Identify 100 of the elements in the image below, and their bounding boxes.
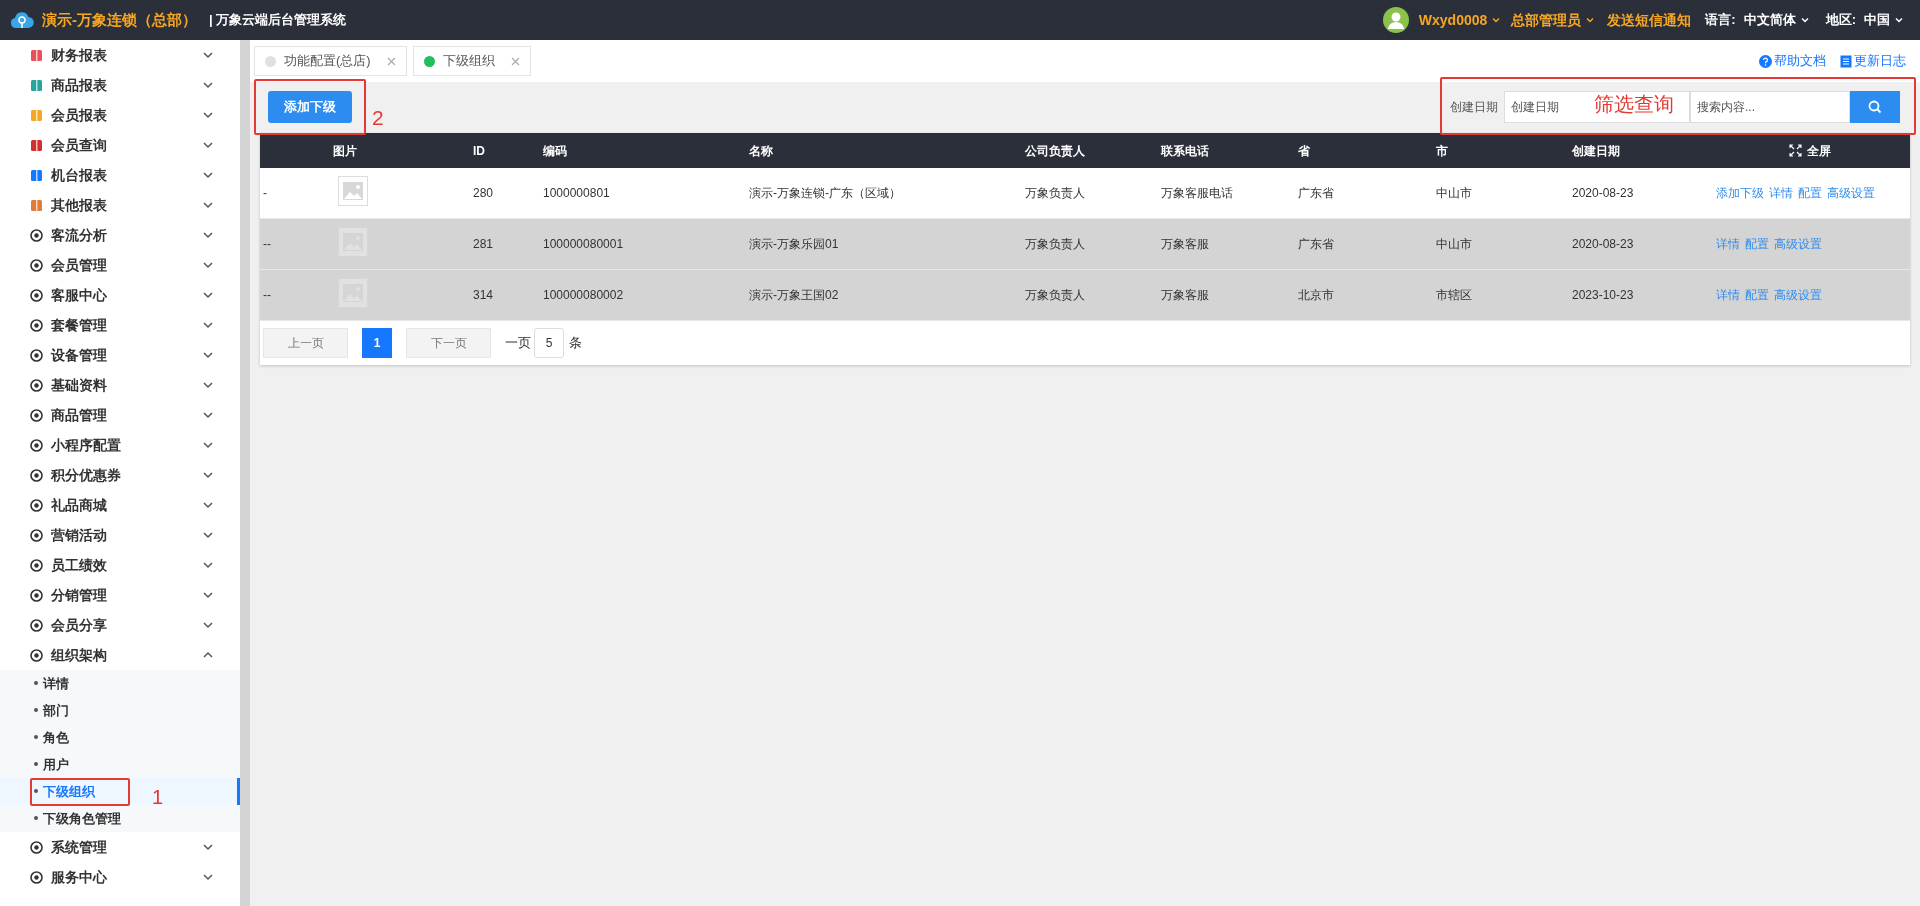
- sidebar-item[interactable]: 分销管理: [0, 580, 240, 610]
- system-title: | 万象云端后台管理系统: [209, 11, 347, 30]
- chevron-down-icon: [202, 349, 214, 361]
- region-menu[interactable]: 中国: [1864, 10, 1904, 30]
- document-icon: [1840, 54, 1852, 68]
- sidebar-item[interactable]: 组织架构: [0, 640, 240, 670]
- bullet-icon: [34, 761, 38, 766]
- chevron-down-icon: [202, 379, 214, 391]
- chevron-down-icon: [202, 469, 214, 481]
- submenu-item[interactable]: 下级组织: [34, 781, 95, 802]
- circle-icon: [30, 840, 43, 854]
- avatar-icon: [1382, 7, 1409, 33]
- sidebar-item[interactable]: 其他报表: [0, 190, 240, 220]
- sidebar-item[interactable]: 会员查询: [0, 130, 240, 160]
- table-cell-text: --: [262, 287, 272, 304]
- sms-link[interactable]: 发送短信通知: [1607, 9, 1692, 31]
- sidebar-item[interactable]: 积分优惠券: [0, 460, 240, 490]
- sidebar-item[interactable]: 商品报表: [0, 70, 240, 100]
- table-cell-text: 广东省: [1297, 236, 1335, 253]
- column-header: 联系电话: [1159, 142, 1210, 160]
- book-icon: [30, 138, 43, 152]
- chevron-down-icon: [202, 439, 214, 451]
- sidebar-item[interactable]: 商品管理: [0, 400, 240, 430]
- chevron-down-icon: [202, 49, 214, 61]
- search-icon: [1868, 100, 1882, 114]
- chevron-down-icon: [202, 619, 214, 631]
- next-page-button[interactable]: 下一页: [406, 328, 491, 358]
- circle-icon: [30, 228, 43, 242]
- table-cell-text: 中山市: [1435, 185, 1473, 202]
- page-size-field[interactable]: 5: [534, 328, 564, 358]
- sidebar-item[interactable]: 服务中心: [0, 862, 240, 892]
- bullet-icon: [34, 680, 38, 685]
- sidebar-item[interactable]: 会员管理: [0, 250, 240, 280]
- close-icon: [386, 56, 396, 66]
- sidebar-item[interactable]: 营销活动: [0, 520, 240, 550]
- chevron-down-icon: [202, 499, 214, 511]
- sidebar-item[interactable]: 基础资料: [0, 370, 240, 400]
- sidebar-item[interactable]: 小程序配置: [0, 430, 240, 460]
- submenu-item[interactable]: 部门: [34, 700, 69, 721]
- table-cell-text: 演示-万象王国02: [748, 287, 840, 304]
- action-link[interactable]: 高级设置: [1827, 184, 1875, 202]
- chevron-down-icon: [202, 589, 214, 601]
- table-row[interactable]: - 280 1000000801 演示-万象连锁-广东（区域） 万象负责人 万象客服电话 广东省 中山市 2020-08-23 添加下级 详情 配置 高级设置: [260, 168, 1910, 219]
- fullscreen-button[interactable]: 全屏: [1788, 141, 1831, 160]
- action-link[interactable]: 详情: [1769, 184, 1793, 202]
- changelog-link[interactable]: 更新日志: [1840, 51, 1906, 71]
- date-label: 创建日期: [1450, 99, 1498, 116]
- search-field[interactable]: 搜索内容...: [1690, 91, 1850, 123]
- book-icon: [30, 48, 43, 62]
- table-cell-text: 281: [472, 236, 495, 253]
- submenu-item[interactable]: 详情: [34, 673, 69, 694]
- column-header: 市: [1435, 142, 1449, 160]
- role-menu[interactable]: 总部管理员: [1511, 9, 1596, 31]
- book-icon: [30, 78, 43, 92]
- chevron-down-icon: [202, 319, 214, 331]
- sidebar-item[interactable]: 会员报表: [0, 100, 240, 130]
- tab[interactable]: 功能配置(总店): [254, 46, 407, 76]
- circle-icon: [30, 288, 43, 302]
- language-menu[interactable]: 中文简体: [1743, 10, 1810, 30]
- sidebar-item[interactable]: 设备管理: [0, 340, 240, 370]
- help-link[interactable]: 帮助文档: [1759, 51, 1826, 71]
- chevron-down-icon: [202, 199, 214, 211]
- search-button[interactable]: [1850, 91, 1900, 123]
- user-menu[interactable]: Wxyd0008: [1418, 9, 1502, 31]
- sidebar-item[interactable]: 系统管理: [0, 832, 240, 862]
- sidebar-item[interactable]: 机台报表: [0, 160, 240, 190]
- submenu-item[interactable]: 角色: [34, 727, 69, 748]
- scrollbar[interactable]: [240, 40, 250, 906]
- sidebar-item[interactable]: 会员分享: [0, 610, 240, 640]
- submenu-item[interactable]: 用户: [34, 754, 69, 775]
- page-button[interactable]: 1: [362, 328, 392, 358]
- unit-label: 条: [569, 334, 582, 353]
- sidebar-item[interactable]: 客流分析: [0, 220, 240, 250]
- expand-icon: [1788, 144, 1802, 157]
- sidebar-item[interactable]: 礼品商城: [0, 490, 240, 520]
- table-cell-text: 演示-万象乐园01: [748, 236, 840, 253]
- submenu-item[interactable]: 下级角色管理: [34, 808, 121, 829]
- brand-name: 演示-万象连锁（总部）: [42, 9, 197, 30]
- column-header: 创建日期: [1571, 142, 1621, 160]
- tab[interactable]: 下级组织: [412, 46, 531, 76]
- language-label: 语言:: [1705, 11, 1736, 30]
- book-icon: [30, 108, 43, 122]
- sidebar-item[interactable]: 财务报表: [0, 40, 240, 70]
- bullet-icon: [34, 815, 38, 820]
- circle-icon: [30, 348, 43, 362]
- action-link[interactable]: 配置: [1798, 184, 1822, 202]
- previous-page-button[interactable]: 上一页: [263, 328, 348, 358]
- sidebar-item[interactable]: 客服中心: [0, 280, 240, 310]
- chevron-down-icon: [202, 409, 214, 421]
- circle-icon: [30, 378, 43, 392]
- sidebar-item[interactable]: 套餐管理: [0, 310, 240, 340]
- action-link[interactable]: 添加下级: [1716, 184, 1764, 202]
- annotation-number: 2: [372, 105, 384, 131]
- chevron-down-icon: [202, 841, 214, 853]
- column-header: 名称: [748, 142, 774, 160]
- table-cell-text: 2023-10-23: [1571, 287, 1635, 304]
- table-cell-text: 万象客服: [1160, 236, 1210, 253]
- sidebar-item[interactable]: 员工绩效: [0, 550, 240, 580]
- chevron-down-icon: [202, 79, 214, 91]
- book-icon: [30, 198, 43, 212]
